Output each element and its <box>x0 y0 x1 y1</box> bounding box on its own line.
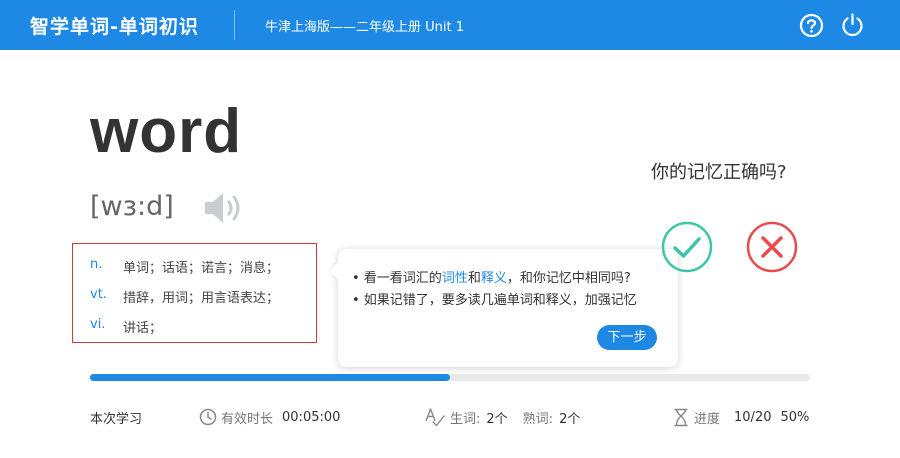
time-value: 00:05:00 <box>282 409 341 425</box>
definitions-box: n. 单词；话语；诺言；消息； vt. 措辞，用词；用言语表达； vi. 讲话； <box>72 243 317 343</box>
cross-icon <box>746 221 798 273</box>
vocab-stat: 生词: 2个 熟词: 2个 <box>424 405 580 429</box>
power-icon <box>842 13 863 37</box>
progress-label: 进度 <box>694 411 721 427</box>
correct-button[interactable] <box>661 221 713 273</box>
progress-fill <box>90 374 450 381</box>
familiar-words-label: 熟词: <box>522 411 554 427</box>
definition-meaning: 措辞，用词；用言语表达； <box>123 291 280 306</box>
new-words-label: 生词: <box>450 411 481 427</box>
check-icon <box>661 221 713 273</box>
definition-meaning: 讲话； <box>123 321 163 336</box>
word-text: word <box>90 97 243 166</box>
wrong-button[interactable] <box>746 221 798 273</box>
phonetic-text: [wɜ:d] <box>90 191 174 222</box>
highlight-meaning: 释义 <box>480 271 507 286</box>
help-button[interactable] <box>799 13 824 38</box>
progress-stat: 进度 10/20 50% <box>672 405 809 429</box>
time-stat: 有效时长 00:05:00 <box>199 405 340 429</box>
session-label: 本次学习 <box>90 411 143 427</box>
spelling-icon <box>425 408 445 427</box>
familiar-words-value: 2个 <box>559 411 581 427</box>
tooltip-line-2: • 如果记错了，要多读几遍单词和释义，加强记忆 <box>352 293 637 308</box>
hourglass-icon <box>674 408 688 426</box>
speaker-icon <box>205 193 240 223</box>
definition-meaning: 单词；话语；诺言；消息； <box>123 261 280 276</box>
stats-bar: 本次学习 有效时长 00:05:00 生词: 2个 熟词: 2个 进度 10/2… <box>0 405 900 429</box>
app-title: 智学单词-单词初识 <box>30 16 199 38</box>
highlight-pos: 词性 <box>441 271 468 286</box>
book-title: 牛津上海版——二年级上册 Unit 1 <box>265 20 464 35</box>
header-divider <box>234 10 235 40</box>
progress-count: 10/20 <box>734 409 772 425</box>
next-step-button[interactable]: 下一步 <box>597 325 657 350</box>
memory-question: 你的记忆正确吗? <box>651 162 787 183</box>
time-label: 有效时长 <box>221 411 274 427</box>
part-of-speech: n. <box>90 257 103 272</box>
header-bar: 智学单词-单词初识 牛津上海版——二年级上册 Unit 1 <box>0 0 900 50</box>
help-icon <box>799 13 824 38</box>
power-button[interactable] <box>840 12 865 38</box>
tooltip-arrow <box>329 262 338 280</box>
part-of-speech: vi. <box>90 317 106 332</box>
part-of-speech: vt. <box>90 287 107 302</box>
guide-tooltip: • 看一看词汇的词性和释义，和你记忆中相同吗? • 如果记错了，要多读几遍单词和… <box>329 249 678 367</box>
new-words-value: 2个 <box>486 411 508 427</box>
play-audio-button[interactable] <box>203 190 247 226</box>
tooltip-line-1: • 看一看词汇的词性和释义，和你记忆中相同吗? <box>352 271 631 286</box>
clock-icon <box>199 408 217 426</box>
progress-bar <box>90 374 810 381</box>
progress-percent: 50% <box>780 409 810 425</box>
